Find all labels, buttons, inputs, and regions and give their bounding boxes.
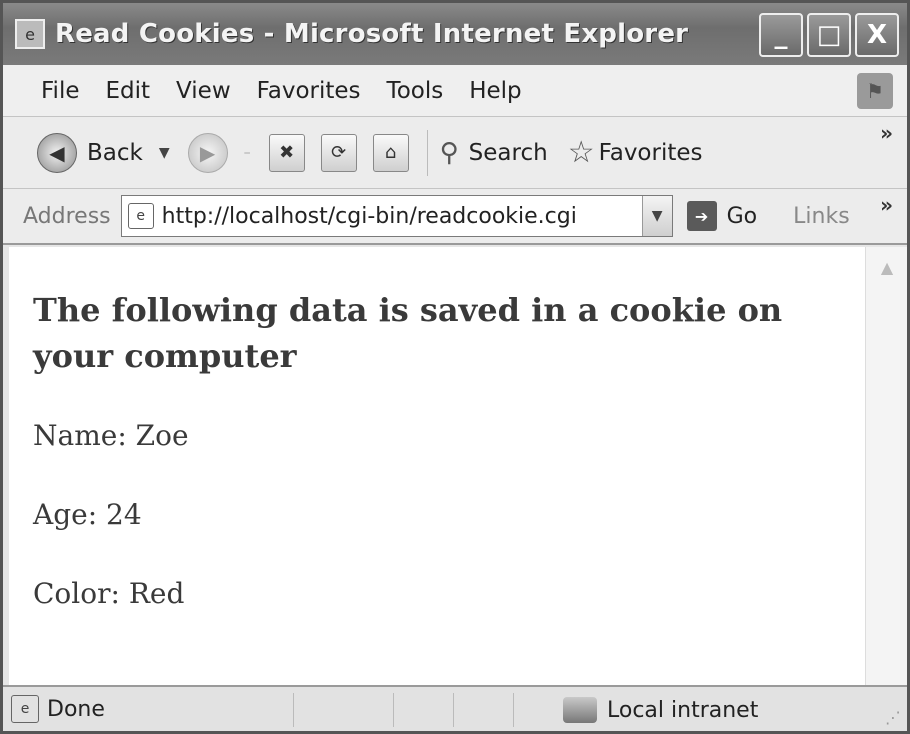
forward-dropdown-icon: –: [243, 144, 251, 161]
go-arrow-icon[interactable]: ➔: [686, 201, 717, 231]
window-title: Read Cookies - Microsoft Internet Explor…: [55, 19, 689, 49]
status-divider: [513, 693, 514, 727]
resize-grip-icon[interactable]: ⋰: [885, 708, 901, 727]
go-button-label[interactable]: Go: [727, 204, 758, 229]
window-controls: _ □ X: [759, 13, 899, 57]
menu-bar: File Edit View Favorites Tools Help ⚑: [3, 65, 907, 117]
menu-file[interactable]: File: [41, 78, 80, 104]
page-content: The following data is saved in a cookie …: [9, 247, 865, 685]
maximize-button[interactable]: □: [807, 13, 851, 57]
address-label: Address: [23, 203, 111, 229]
menu-view[interactable]: View: [176, 78, 231, 104]
toolbar-separator: [426, 129, 428, 176]
address-input[interactable]: e http://localhost/cgi-bin/readcookie.cg…: [120, 195, 673, 237]
status-bar: e Done Local intranet ⋰: [3, 685, 907, 731]
home-icon[interactable]: ⌂: [372, 133, 409, 172]
vertical-scrollbar[interactable]: ▲: [865, 247, 907, 685]
toolbar-more-chevron[interactable]: »: [880, 121, 893, 145]
browser-window: e Read Cookies - Microsoft Internet Expl…: [0, 0, 910, 734]
page-icon: e: [127, 203, 154, 229]
ie-page-icon: e: [15, 19, 45, 49]
cookie-age-line: Age: 24: [33, 498, 142, 531]
forward-icon[interactable]: ▶: [187, 132, 228, 173]
links-label[interactable]: Links: [793, 204, 850, 229]
status-divider: [453, 693, 454, 727]
cookie-color-line: Color: Red: [33, 577, 185, 610]
status-divider: [293, 693, 294, 727]
stop-icon[interactable]: ✖: [268, 133, 305, 172]
menu-help[interactable]: Help: [469, 78, 521, 104]
links-more-chevron[interactable]: »: [880, 193, 893, 217]
security-zone: Local intranet: [563, 687, 758, 733]
close-button[interactable]: X: [855, 13, 899, 57]
search-icon[interactable]: ⚲: [440, 138, 459, 168]
page-heading: The following data is saved in a cookie …: [33, 291, 783, 375]
address-url[interactable]: http://localhost/cgi-bin/readcookie.cgi: [162, 204, 642, 229]
minimize-button[interactable]: _: [759, 13, 803, 57]
favorites-star-icon[interactable]: ☆: [568, 135, 595, 170]
title-bar[interactable]: e Read Cookies - Microsoft Internet Expl…: [3, 3, 907, 65]
menu-favorites[interactable]: Favorites: [257, 78, 361, 104]
page-status-icon: e: [11, 695, 39, 723]
menu-tools[interactable]: Tools: [387, 78, 444, 104]
windows-flag-icon: ⚑: [857, 73, 893, 109]
cookie-name-line: Name: Zoe: [33, 419, 189, 452]
status-divider: [393, 693, 394, 727]
menu-edit[interactable]: Edit: [106, 78, 151, 104]
back-icon[interactable]: ◀: [37, 132, 77, 173]
address-dropdown-icon[interactable]: ▼: [641, 196, 672, 236]
zone-icon: [563, 697, 597, 723]
refresh-icon[interactable]: ⟳: [320, 133, 357, 172]
standard-toolbar: ◀ Back ▼ ▶ – ✖ ⟳ ⌂ ⚲ Search ☆ Favorites …: [3, 117, 907, 189]
search-button-label[interactable]: Search: [469, 140, 548, 166]
back-dropdown-icon[interactable]: ▼: [159, 145, 170, 161]
address-bar: Address e http://localhost/cgi-bin/readc…: [3, 189, 907, 245]
status-text: Done: [47, 696, 105, 722]
favorites-button-label[interactable]: Favorites: [599, 140, 703, 166]
scroll-up-icon[interactable]: ▲: [866, 247, 908, 287]
zone-text: Local intranet: [607, 697, 759, 723]
back-button-label[interactable]: Back: [87, 140, 143, 166]
